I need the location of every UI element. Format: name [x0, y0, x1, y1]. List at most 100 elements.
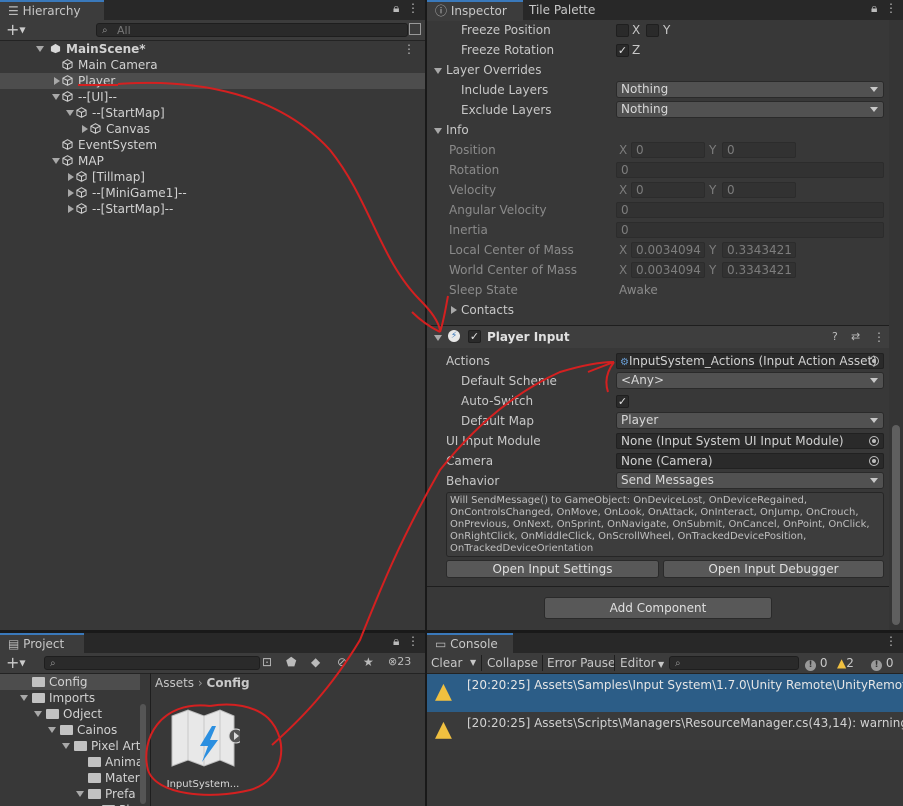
project-tree-item[interactable]: Pixel Art	[0, 738, 140, 754]
hierarchy-item[interactable]: --[StartMap]--	[0, 201, 425, 217]
lock-icon[interactable]: 🔒︎	[871, 1, 877, 15]
project-tree-item[interactable]: Imports	[0, 690, 140, 706]
asset-input-system-actions[interactable]: InputSystem...	[162, 708, 244, 798]
inspector-scrollbar[interactable]	[889, 20, 903, 630]
project-tree-item[interactable]: Mater	[0, 770, 140, 786]
expand-arrow[interactable]	[82, 125, 88, 133]
editor-dropdown[interactable]: Editor ▼	[620, 653, 664, 675]
log-filter-icon[interactable]: ⊘	[337, 655, 347, 669]
hierarchy-item[interactable]: Main Camera	[0, 57, 425, 73]
console-message-row[interactable]: ▲ [20:20:25] Assets\Samples\Input System…	[427, 674, 903, 712]
info-foldout[interactable]	[434, 128, 442, 134]
collapse-arrow[interactable]	[62, 743, 70, 749]
project-tree-item[interactable]: Anima	[0, 754, 143, 770]
player-input-header[interactable]: ⚡ ✓ Player Input ? ⇄ ⋮	[427, 326, 889, 348]
more-icon[interactable]: ⋮	[873, 329, 885, 345]
hierarchy-search-input[interactable]: ⌕ All	[96, 23, 408, 37]
search-options-icon[interactable]	[409, 23, 421, 35]
default-scheme-dropdown[interactable]: <Any>	[616, 372, 884, 389]
scene-row[interactable]: MainScene* ⋮	[0, 41, 425, 57]
layer-overrides-foldout[interactable]	[434, 68, 442, 74]
filter-type-icon[interactable]: ⬟	[286, 655, 296, 669]
ui-input-module-field[interactable]: None (Input System UI Input Module)	[616, 433, 884, 449]
collapse-arrow[interactable]	[52, 158, 60, 164]
hierarchy-item[interactable]: --[StartMap]	[0, 105, 425, 121]
expand-arrow[interactable]	[54, 77, 60, 85]
star-icon[interactable]: ★	[363, 655, 374, 669]
hierarchy-item[interactable]: [Tillmap]	[0, 169, 425, 185]
tab-hierarchy[interactable]: ☰ Hierarchy	[0, 0, 104, 21]
console-message-row[interactable]: ▲ [20:20:25] Assets\Scripts\Managers\Res…	[427, 712, 903, 750]
error-pause-button[interactable]: Error Pause	[547, 653, 615, 673]
collapse-button[interactable]: Collapse	[487, 653, 538, 673]
hierarchy-item[interactable]: MAP	[0, 153, 425, 169]
expand-arrow[interactable]	[36, 46, 44, 52]
auto-switch-checkbox[interactable]: ✓	[616, 395, 629, 408]
behavior-dropdown[interactable]: Send Messages	[616, 472, 884, 489]
more-icon[interactable]: ⋮	[407, 634, 419, 648]
hierarchy-item[interactable]: EventSystem	[0, 137, 425, 153]
open-input-settings-button[interactable]: Open Input Settings	[446, 560, 659, 578]
open-input-debugger-button[interactable]: Open Input Debugger	[663, 560, 884, 578]
add-component-button[interactable]: Add Component	[544, 597, 772, 619]
lock-icon[interactable]: 🔒︎	[393, 634, 399, 648]
error-count-toggle[interactable]: ! 0	[871, 653, 893, 673]
more-icon[interactable]: ⋮	[407, 1, 419, 15]
freeze-pos-x-checkbox[interactable]	[616, 24, 629, 37]
console-search-input[interactable]: ⌕	[669, 656, 799, 670]
clear-button[interactable]: Clear	[431, 653, 462, 673]
freeze-pos-y-checkbox[interactable]	[646, 24, 659, 37]
object-picker-icon[interactable]	[869, 436, 879, 446]
add-button[interactable]: +▼	[6, 20, 26, 41]
object-picker-icon[interactable]	[869, 356, 879, 366]
collapse-arrow[interactable]	[34, 711, 42, 717]
search-by-type-icon[interactable]: ⊡	[262, 655, 272, 669]
hierarchy-item[interactable]: --[MiniGame1]--	[0, 185, 425, 201]
collapse-arrow[interactable]	[48, 727, 56, 733]
project-search-input[interactable]: ⌕	[44, 656, 260, 670]
clear-options-icon[interactable]: ▼	[470, 653, 476, 673]
project-tree-item[interactable]: Prefa	[0, 786, 140, 802]
help-icon[interactable]: ?	[832, 329, 838, 345]
more-icon[interactable]: ⋮	[885, 634, 897, 648]
breadcrumb-assets[interactable]: Assets	[155, 676, 194, 690]
contacts-foldout[interactable]	[451, 306, 457, 314]
include-layers-dropdown[interactable]: Nothing	[616, 81, 884, 98]
breadcrumb-config[interactable]: Config	[207, 676, 250, 690]
collapse-arrow[interactable]	[66, 110, 74, 116]
tab-project[interactable]: ▤ Project	[0, 633, 84, 654]
player-input-foldout[interactable]	[434, 335, 442, 341]
collapse-arrow[interactable]	[52, 94, 60, 100]
hidden-packages-icon[interactable]: ⊗23	[388, 655, 411, 668]
info-count-toggle[interactable]: ! 0	[805, 653, 827, 673]
label-icon[interactable]: ◆	[311, 655, 320, 669]
expand-arrow[interactable]	[68, 173, 74, 181]
project-tree-item[interactable]: Config	[0, 674, 140, 690]
lock-icon[interactable]: 🔒︎	[393, 1, 399, 15]
project-tree-item[interactable]: Pl	[0, 802, 140, 806]
collapse-arrow[interactable]	[76, 791, 84, 797]
object-picker-icon[interactable]	[869, 456, 879, 466]
tab-tile-palette[interactable]: Tile Palette	[521, 0, 601, 20]
expand-arrow[interactable]	[68, 205, 74, 213]
tab-inspector[interactable]: ⓘ Inspector	[427, 0, 523, 21]
project-tree-item[interactable]: Odject	[0, 706, 140, 722]
exclude-layers-dropdown[interactable]: Nothing	[616, 101, 884, 118]
collapse-arrow[interactable]	[20, 695, 28, 701]
more-icon[interactable]: ⋮	[403, 41, 415, 57]
project-tree-item[interactable]: Cainos	[0, 722, 140, 738]
tab-console[interactable]: ▭ Console	[427, 633, 513, 654]
scrollbar-thumb[interactable]	[892, 425, 900, 625]
hierarchy-item[interactable]: Player	[0, 73, 425, 89]
camera-field[interactable]: None (Camera)	[616, 453, 884, 469]
more-icon[interactable]: ⋮	[885, 1, 897, 15]
create-button[interactable]: +▼	[6, 653, 26, 674]
player-input-enabled-checkbox[interactable]: ✓	[468, 330, 481, 343]
actions-object-field[interactable]: ⚙InputSystem_Actions (Input Action Asset…	[616, 353, 884, 369]
expand-arrow[interactable]	[68, 189, 74, 197]
hierarchy-item[interactable]: Canvas	[0, 121, 425, 137]
freeze-rot-z-checkbox[interactable]: ✓	[616, 44, 629, 57]
default-map-dropdown[interactable]: Player	[616, 412, 884, 429]
tree-scrollbar[interactable]	[140, 704, 146, 804]
presets-icon[interactable]: ⇄	[851, 329, 860, 345]
